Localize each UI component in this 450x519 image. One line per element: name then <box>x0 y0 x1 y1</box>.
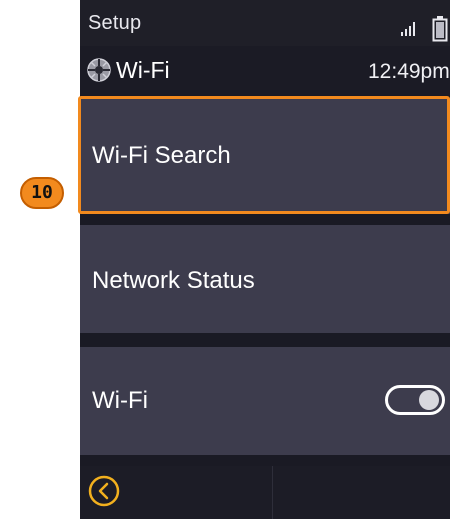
menu-item-label: Wi-Fi Search <box>92 142 231 169</box>
signal-bars-icon <box>401 22 415 36</box>
toggle-knob <box>419 390 439 410</box>
wifi-globe-icon <box>87 58 111 82</box>
back-chevron-icon[interactable] <box>88 475 120 507</box>
step-badge: 10 <box>20 177 64 209</box>
footer-divider <box>272 466 273 519</box>
clock: 12:49pm <box>368 60 450 83</box>
page-title: Wi-Fi <box>116 56 170 83</box>
footer-bar <box>80 466 450 519</box>
breadcrumb: Setup <box>88 12 142 34</box>
menu-item-wifi-search[interactable]: Wi-Fi Search <box>80 98 450 214</box>
battery-icon <box>432 16 448 42</box>
menu-item-wifi[interactable]: Wi-Fi <box>80 347 450 455</box>
menu-item-label: Wi-Fi <box>92 387 148 414</box>
header: Setup Wi-Fi 12:49pm <box>80 0 450 95</box>
menu-item-network-status[interactable]: Network Status <box>80 225 450 333</box>
menu-item-label: Network Status <box>92 267 255 294</box>
wifi-toggle[interactable] <box>385 385 445 415</box>
device-screen: Setup Wi-Fi 12:49pm Wi-Fi Search Network… <box>80 0 450 519</box>
title-row: Wi-Fi <box>86 56 170 84</box>
